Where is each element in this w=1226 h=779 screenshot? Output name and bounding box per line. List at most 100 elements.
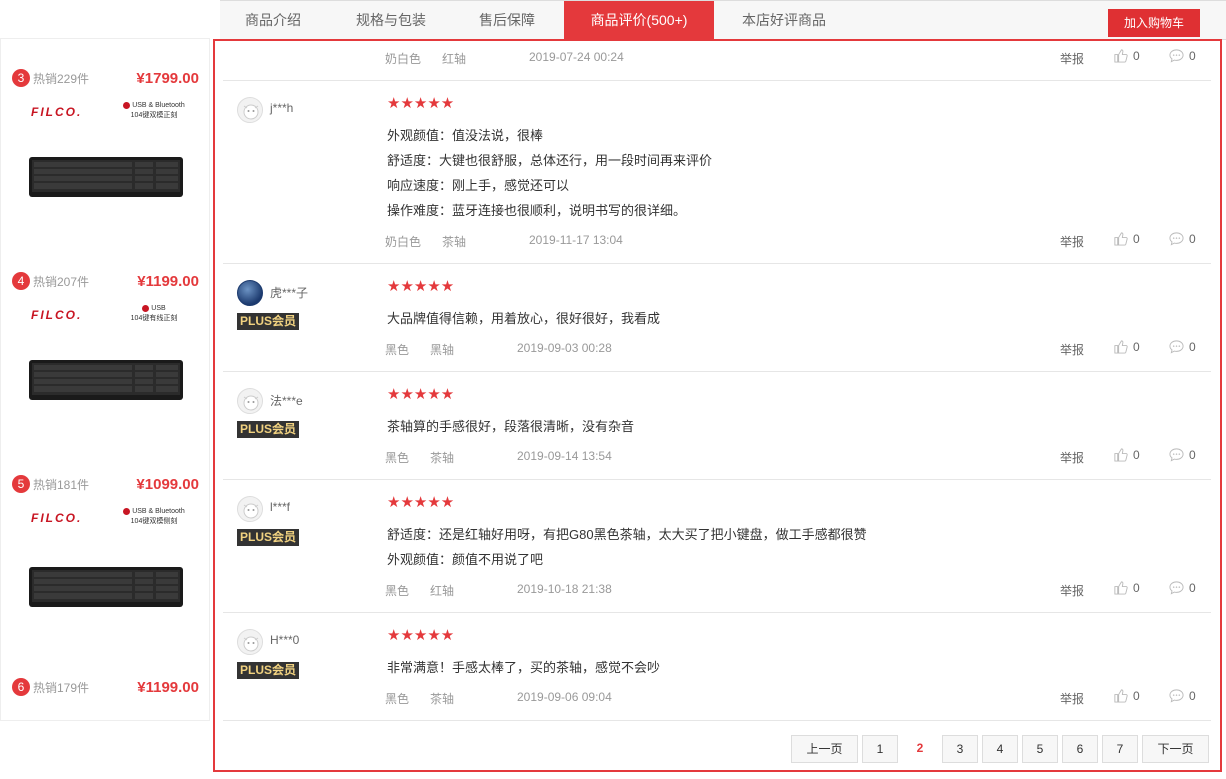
report-button[interactable]: 举报 [1060, 449, 1084, 466]
review-text-line: 大品牌值得信赖，用着放心，很好很好，我看成 [387, 311, 661, 326]
comment-button[interactable]: 0 [1169, 447, 1196, 462]
default-avatar-icon [238, 497, 262, 521]
thumbs-up-icon [1114, 232, 1128, 246]
comment-icon [1169, 448, 1184, 462]
like-count: 0 [1133, 689, 1140, 703]
rating-stars: ★★★★★ [387, 386, 455, 403]
like-button[interactable]: 0 [1113, 339, 1140, 354]
detail-tab-bar: 商品介绍 规格与包装 售后保障 商品评价(500+) 本店好评商品 加入购物车 [220, 0, 1226, 40]
rating-stars: ★★★★★ [387, 494, 455, 511]
reviews-panel: 奶白色 红轴 2019-07-24 00:24 举报 0 0 j***h ★★★… [213, 39, 1222, 772]
comment-button[interactable]: 0 [1169, 48, 1196, 63]
tab-reviews[interactable]: 商品评价(500+) [564, 1, 714, 40]
usb-icon [142, 304, 150, 312]
tab-after-sales[interactable]: 售后保障 [460, 1, 554, 40]
keyboard-image[interactable] [29, 155, 183, 199]
comment-button[interactable]: 0 [1169, 231, 1196, 246]
page-1-button[interactable]: 1 [862, 735, 898, 763]
hot-count: 热销207件 [33, 274, 90, 289]
review-item: j***h ★★★★★ 外观颜值：值没法说，很棒 舒适度：大键也很舒服，总体还行… [223, 81, 1211, 264]
report-button[interactable]: 举报 [1060, 50, 1084, 67]
sidebar-product-3[interactable]: 3 热销229件 ¥1799.00 FILCO. USB & Bluetooth … [1, 69, 209, 269]
page-6-button[interactable]: 6 [1062, 735, 1098, 763]
report-button[interactable]: 举报 [1060, 690, 1084, 707]
next-page-button[interactable]: 下一页 [1142, 735, 1209, 763]
review-text-line: 操作难度：蓝牙连接也很顺利，说明书写的很详细。 [387, 203, 687, 218]
page-5-button[interactable]: 5 [1022, 735, 1058, 763]
review-item-partial: 奶白色 红轴 2019-07-24 00:24 举报 0 0 [223, 41, 1211, 81]
user-avatar [237, 97, 263, 123]
review-switch: 红轴 [430, 584, 455, 598]
page-3-button[interactable]: 3 [942, 735, 978, 763]
brand-logo: FILCO. [31, 105, 83, 119]
comment-icon [1169, 689, 1184, 703]
rank-badge: 5 [12, 475, 30, 493]
like-button[interactable]: 0 [1113, 688, 1140, 703]
comment-count: 0 [1189, 448, 1196, 462]
review-switch: 茶轴 [430, 692, 455, 706]
like-button[interactable]: 0 [1113, 580, 1140, 595]
review-text-line: 舒适度：大键也很舒服，总体还行，用一段时间再来评价 [387, 153, 713, 168]
user-name: 法***e [270, 394, 303, 408]
rank-badge: 3 [12, 69, 30, 87]
user-name: 虎***子 [270, 286, 309, 300]
like-count: 0 [1133, 49, 1140, 63]
comment-icon [1169, 232, 1184, 246]
thumbs-up-icon [1114, 581, 1128, 595]
review-switch: 茶轴 [430, 451, 455, 465]
review-item: 虎***子 PLUS会员 ★★★★★ 大品牌值得信赖，用着放心，很好很好，我看成… [223, 264, 1211, 372]
sidebar-product-4[interactable]: 4 热销207件 ¥1199.00 FILCO. USB 104键有线正刻 [1, 272, 209, 472]
report-button[interactable]: 举报 [1060, 341, 1084, 358]
plus-member-badge: PLUS会员 [237, 662, 300, 679]
review-color: 黑色 [385, 584, 410, 598]
plus-member-badge: PLUS会员 [237, 313, 300, 330]
add-to-cart-button[interactable]: 加入购物车 [1108, 9, 1200, 37]
comment-icon [1169, 340, 1184, 354]
review-color: 奶白色 [385, 235, 422, 249]
review-color: 奶白色 [385, 52, 422, 66]
review-time: 2019-09-14 13:54 [517, 449, 612, 463]
comment-count: 0 [1189, 49, 1196, 63]
user-avatar [237, 388, 263, 414]
rank-row: 4 热销207件 [12, 272, 89, 292]
user-avatar [237, 629, 263, 655]
like-count: 0 [1133, 340, 1140, 354]
page-4-button[interactable]: 4 [982, 735, 1018, 763]
keyboard-image[interactable] [29, 358, 183, 402]
comment-count: 0 [1189, 689, 1196, 703]
user-avatar [237, 496, 263, 522]
like-count: 0 [1133, 581, 1140, 595]
report-button[interactable]: 举报 [1060, 233, 1084, 250]
hot-count: 热销229件 [33, 71, 90, 86]
keyboard-image[interactable] [29, 565, 183, 609]
review-text-line: 外观颜值：颜值不用说了吧 [387, 552, 544, 567]
like-button[interactable]: 0 [1113, 231, 1140, 246]
review-text-line: 非常满意！手感太棒了，买的茶轴，感觉不会吵 [387, 660, 661, 675]
page-7-button[interactable]: 7 [1102, 735, 1138, 763]
default-avatar-icon [238, 630, 262, 654]
like-button[interactable]: 0 [1113, 48, 1140, 63]
user-avatar [237, 280, 263, 306]
page-2-current[interactable]: 2 [902, 735, 938, 763]
comment-button[interactable]: 0 [1169, 580, 1196, 595]
review-time: 2019-07-24 00:24 [529, 50, 624, 64]
like-button[interactable]: 0 [1113, 447, 1140, 462]
rating-stars: ★★★★★ [387, 278, 455, 295]
user-name: H***0 [270, 633, 300, 647]
comment-button[interactable]: 0 [1169, 339, 1196, 354]
review-switch: 茶轴 [442, 235, 467, 249]
prev-page-button[interactable]: 上一页 [791, 735, 858, 763]
report-button[interactable]: 举报 [1060, 582, 1084, 599]
tab-shop-favorites[interactable]: 本店好评商品 [726, 1, 842, 40]
keyboard-model: 104键双模侧刻 [130, 518, 178, 525]
comment-button[interactable]: 0 [1169, 688, 1196, 703]
sidebar-product-5[interactable]: 5 热销181件 ¥1099.00 FILCO. USB & Bluetooth … [1, 475, 209, 675]
sidebar-product-6[interactable]: 6 热销179件 ¥1199.00 [1, 678, 209, 708]
review-item: 法***e PLUS会员 ★★★★★ 茶轴算的手感很好，段落很清晰，没有杂音 黑… [223, 372, 1211, 480]
thumbs-up-icon [1114, 340, 1128, 354]
tab-product-intro[interactable]: 商品介绍 [220, 1, 326, 40]
tab-specs-packaging[interactable]: 规格与包装 [336, 1, 446, 40]
comment-icon [1169, 49, 1184, 63]
default-avatar-icon [238, 389, 262, 413]
like-count: 0 [1133, 448, 1140, 462]
